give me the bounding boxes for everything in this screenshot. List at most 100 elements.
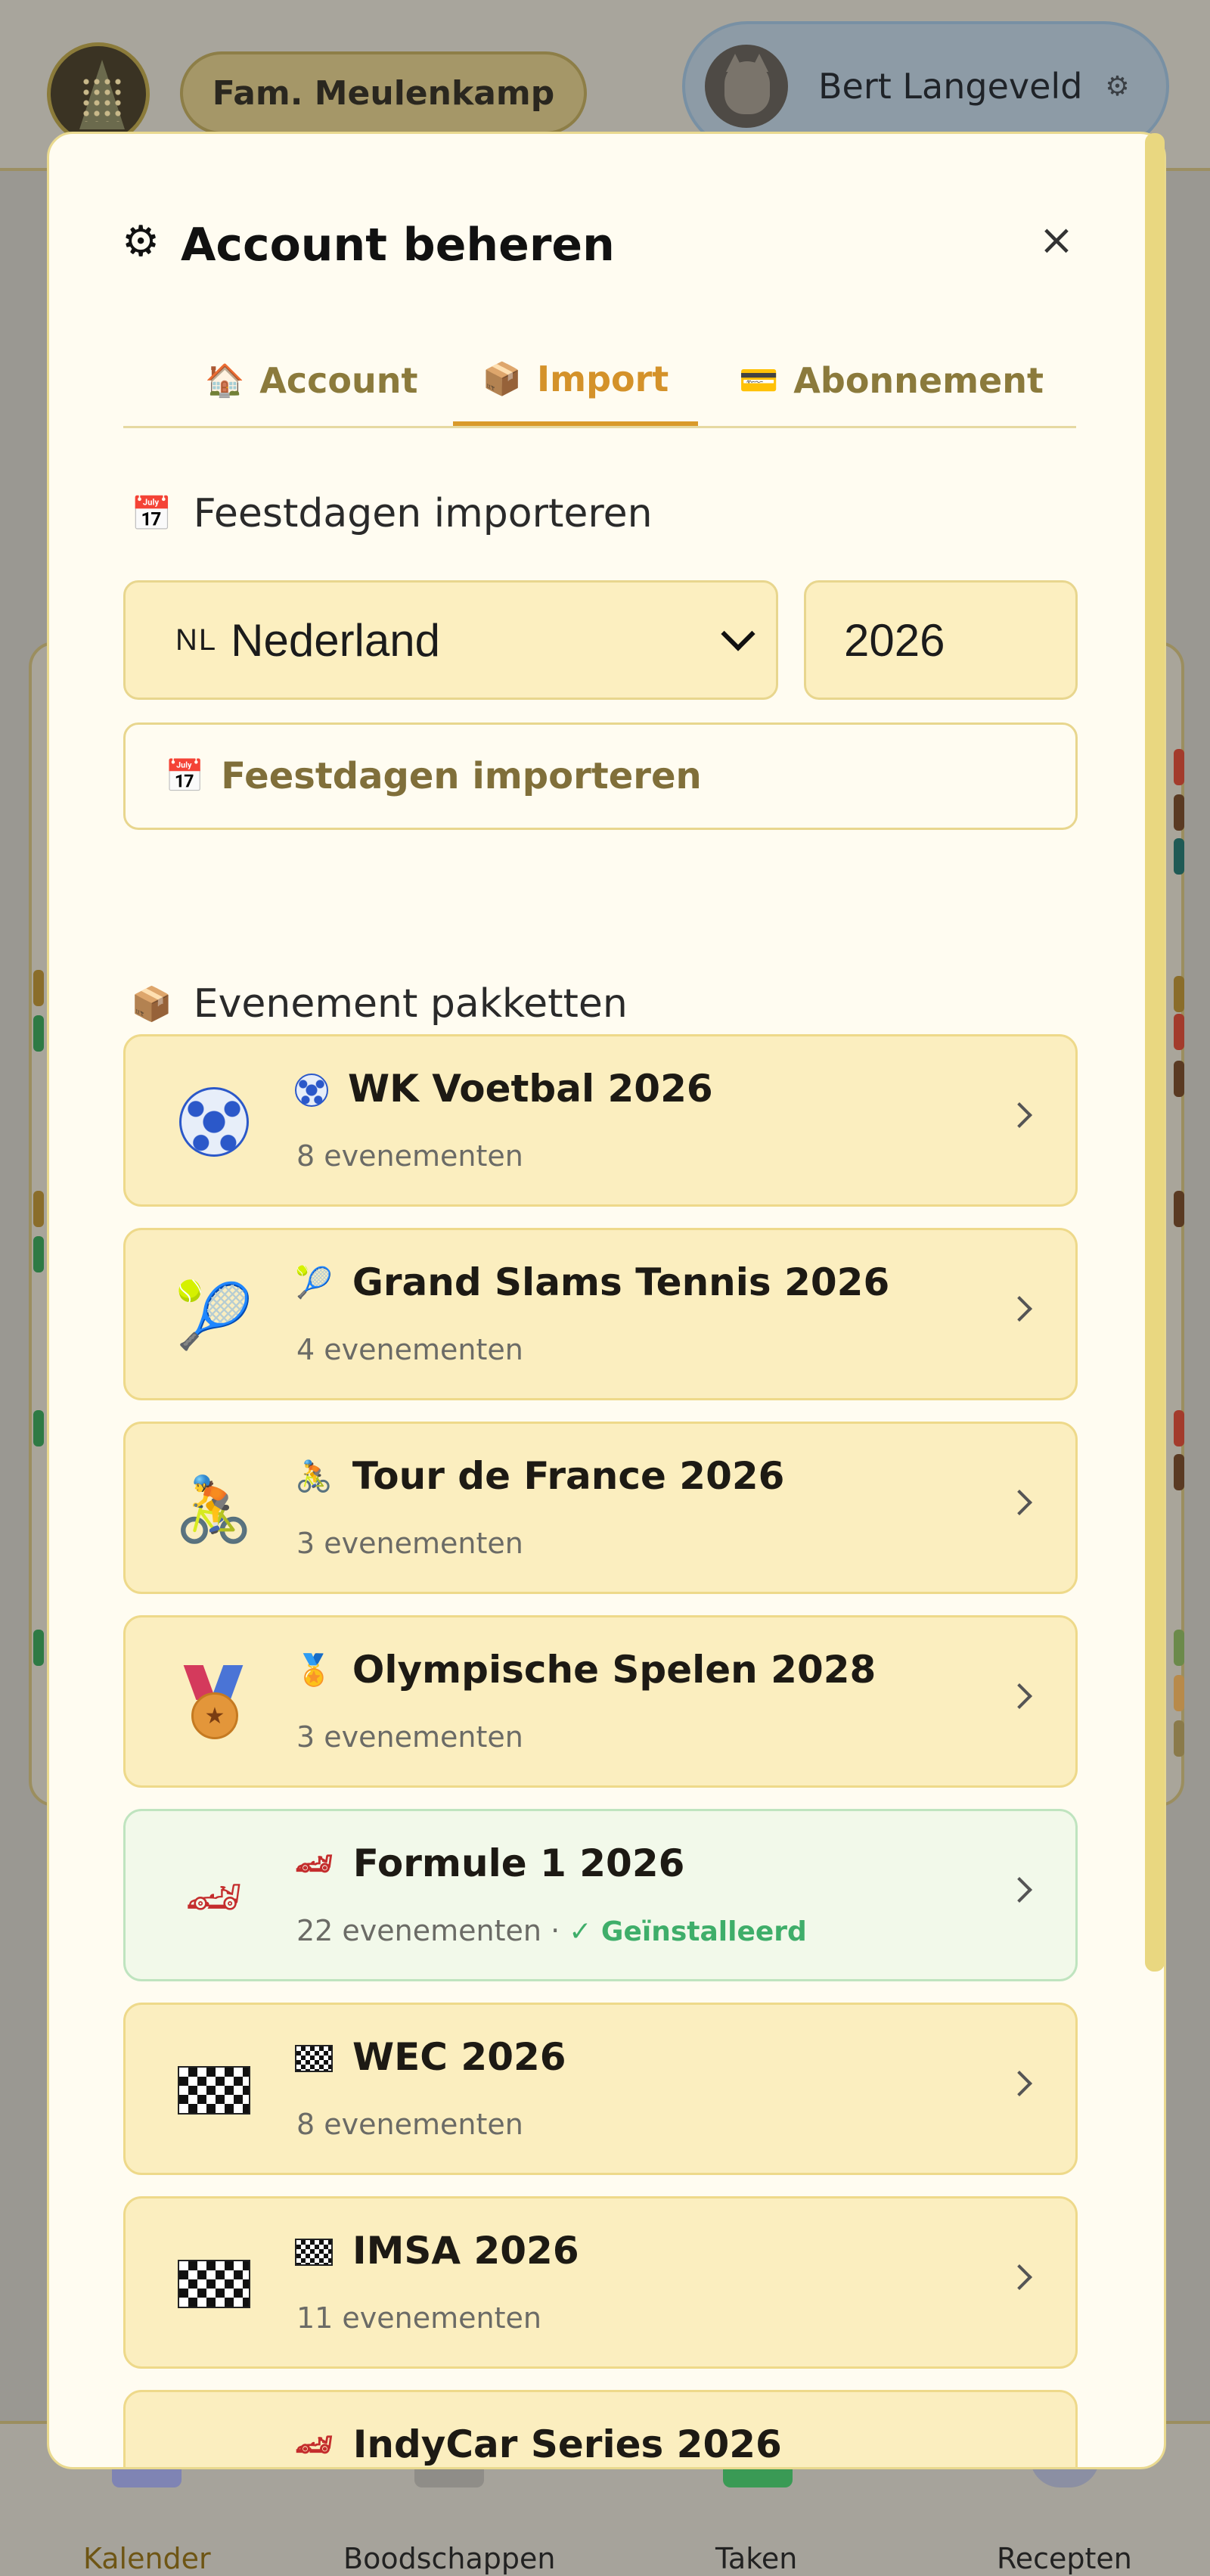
installed-badge: ✓ Geïnstalleerd: [569, 1916, 807, 1947]
package-item-wk-voetbal[interactable]: WK Voetbal 2026 8 evenementen: [123, 1034, 1078, 1207]
package-subtitle: 3 evenementen: [296, 1720, 523, 1754]
event-chip: [1174, 1454, 1184, 1490]
nav-taken[interactable]: Taken: [715, 2542, 797, 2575]
country-value: Nederland: [231, 614, 440, 666]
credit-card-icon: 💳: [739, 361, 779, 399]
cyclist-icon: 🚴: [174, 1471, 254, 1546]
package-item-wec[interactable]: WEC 2026 8 evenementen: [123, 2003, 1078, 2175]
event-chip: [33, 1236, 44, 1272]
event-chip: [1174, 976, 1184, 1012]
medal-icon: ★: [172, 1661, 256, 1745]
close-icon: ×: [1038, 215, 1075, 265]
package-title: 🏎 IndyCar Series 2026: [295, 2422, 782, 2466]
package-title: IMSA 2026: [295, 2229, 579, 2273]
package-title: 🏅 Olympische Spelen 2028: [295, 1648, 876, 1692]
event-chip: [1174, 1014, 1184, 1050]
package-title: 🚴 Tour de France 2026: [295, 1454, 784, 1498]
tab-label: Abonnement: [793, 359, 1044, 401]
package-title-text: Grand Slams Tennis 2026: [352, 1260, 890, 1304]
chevron-right-icon: [1007, 2264, 1032, 2290]
package-subtitle: 22 evenementen · ✓ Geïnstalleerd: [296, 1914, 807, 1947]
chevron-right-icon: [1007, 1490, 1032, 1515]
medal-icon: 🏅: [295, 1652, 333, 1688]
event-chip: [1174, 749, 1184, 785]
package-item-grand-slams[interactable]: 🎾 🎾 Grand Slams Tennis 2026 4 evenemente…: [123, 1228, 1078, 1400]
package-title: 🏎 Formule 1 2026: [295, 1841, 684, 1885]
cyclist-icon: 🚴: [295, 1459, 333, 1494]
package-item-indycar[interactable]: 🏎 IndyCar Series 2026: [123, 2390, 1078, 2467]
house-icon: 🏠: [205, 361, 245, 399]
package-title-text: IMSA 2026: [352, 2229, 579, 2273]
package-subtitle: 3 evenementen: [296, 1527, 523, 1560]
package-title-text: Formule 1 2026: [352, 1841, 685, 1885]
package-icon: 📦: [482, 360, 523, 397]
packages-heading: 📦 Evenement pakketten: [131, 981, 628, 1027]
package-item-formule-1[interactable]: 🏎 🏎 Formule 1 2026 22 evenementen · ✓ Ge…: [123, 1809, 1078, 1981]
event-chip: [1174, 1191, 1184, 1227]
modal-title: Account beheren: [181, 219, 615, 272]
tab-import[interactable]: 📦 Import: [453, 337, 698, 426]
chevron-right-icon: [1007, 1877, 1032, 1903]
chevron-down-icon: [721, 617, 755, 651]
chevron-right-icon: [1007, 1683, 1032, 1709]
package-title: WK Voetbal 2026: [295, 1067, 713, 1111]
import-holidays-label: Feestdagen importeren: [221, 755, 702, 797]
package-title-text: IndyCar Series 2026: [352, 2422, 782, 2466]
package-count: 22 evenementen ·: [296, 1914, 569, 1947]
close-button[interactable]: ×: [1026, 210, 1087, 270]
event-chip: [33, 970, 44, 1006]
package-item-olympische-spelen[interactable]: ★ 🏅 Olympische Spelen 2028 3 evenementen: [123, 1615, 1078, 1788]
country-select[interactable]: NL Nederland: [123, 580, 778, 700]
package-icon: 📦: [131, 985, 172, 1024]
package-title: WEC 2026: [295, 2035, 566, 2079]
year-input[interactable]: 2026: [804, 580, 1078, 700]
gear-icon: ⚙: [122, 217, 160, 266]
package-subtitle: 4 evenementen: [296, 1333, 523, 1366]
package-title-text: Olympische Spelen 2028: [352, 1648, 876, 1692]
event-chip: [33, 1630, 44, 1666]
event-chip: [1174, 1720, 1184, 1757]
tab-label: Import: [537, 359, 669, 399]
soccer-ball-icon: [172, 1080, 256, 1164]
tennis-racket-icon: 🎾: [174, 1278, 254, 1353]
calendar-icon: 📅: [165, 757, 205, 794]
checkered-flag-icon: [172, 2049, 256, 2132]
tab-account[interactable]: 🏠 Account: [205, 337, 418, 424]
user-name: Bert Langeveld: [818, 66, 1083, 107]
modal-tabs: 🏠 Account 📦 Import 💳 Abonnement: [123, 337, 1076, 428]
checkered-flag-icon: [295, 2233, 333, 2268]
nav-recepten[interactable]: Recepten: [997, 2542, 1132, 2575]
nav-kalender[interactable]: Kalender: [83, 2542, 211, 2575]
package-item-imsa[interactable]: IMSA 2026 11 evenementen: [123, 2196, 1078, 2369]
package-title-text: Tour de France 2026: [352, 1454, 785, 1498]
country-code: NL: [175, 623, 218, 657]
modal-scrollbar[interactable]: [1145, 133, 1165, 1972]
nav-boodschappen[interactable]: Boodschappen: [343, 2542, 555, 2575]
race-car-icon: 🏎: [185, 1870, 244, 1924]
event-chip: [33, 1015, 44, 1052]
account-modal: ⚙ Account beheren × 🏠 Account 📦 Import 💳…: [47, 132, 1166, 2469]
event-chip: [1174, 1061, 1184, 1097]
chevron-right-icon: [1007, 2071, 1032, 2096]
package-subtitle: 8 evenementen: [296, 1139, 523, 1173]
holidays-heading: 📅 Feestdagen importeren: [131, 491, 653, 536]
family-avatar[interactable]: [47, 42, 150, 145]
chevron-right-icon: [1007, 1102, 1032, 1128]
event-chip: [1174, 838, 1184, 875]
tab-abonnement[interactable]: 💳 Abonnement: [739, 337, 1044, 424]
soccer-ball-icon: [295, 1071, 328, 1107]
family-name-pill[interactable]: Fam. Meulenkamp: [180, 51, 587, 135]
checkered-flag-icon: [172, 2242, 256, 2326]
user-avatar: [705, 45, 788, 128]
event-chip: [1174, 1410, 1184, 1446]
package-item-tour-de-france[interactable]: 🚴 🚴 Tour de France 2026 3 evenementen: [123, 1422, 1078, 1594]
import-holidays-button[interactable]: 📅 Feestdagen importeren: [123, 722, 1078, 830]
gear-icon: ⚙: [1105, 70, 1130, 102]
holidays-heading-text: Feestdagen importeren: [193, 491, 653, 536]
calendar-icon: 📅: [131, 495, 172, 533]
race-car-icon: 🏎: [295, 2427, 334, 2463]
package-subtitle: 8 evenementen: [296, 2108, 523, 2141]
package-title-text: WK Voetbal 2026: [348, 1067, 713, 1111]
year-value: 2026: [844, 614, 945, 666]
package-subtitle: 11 evenementen: [296, 2301, 541, 2335]
